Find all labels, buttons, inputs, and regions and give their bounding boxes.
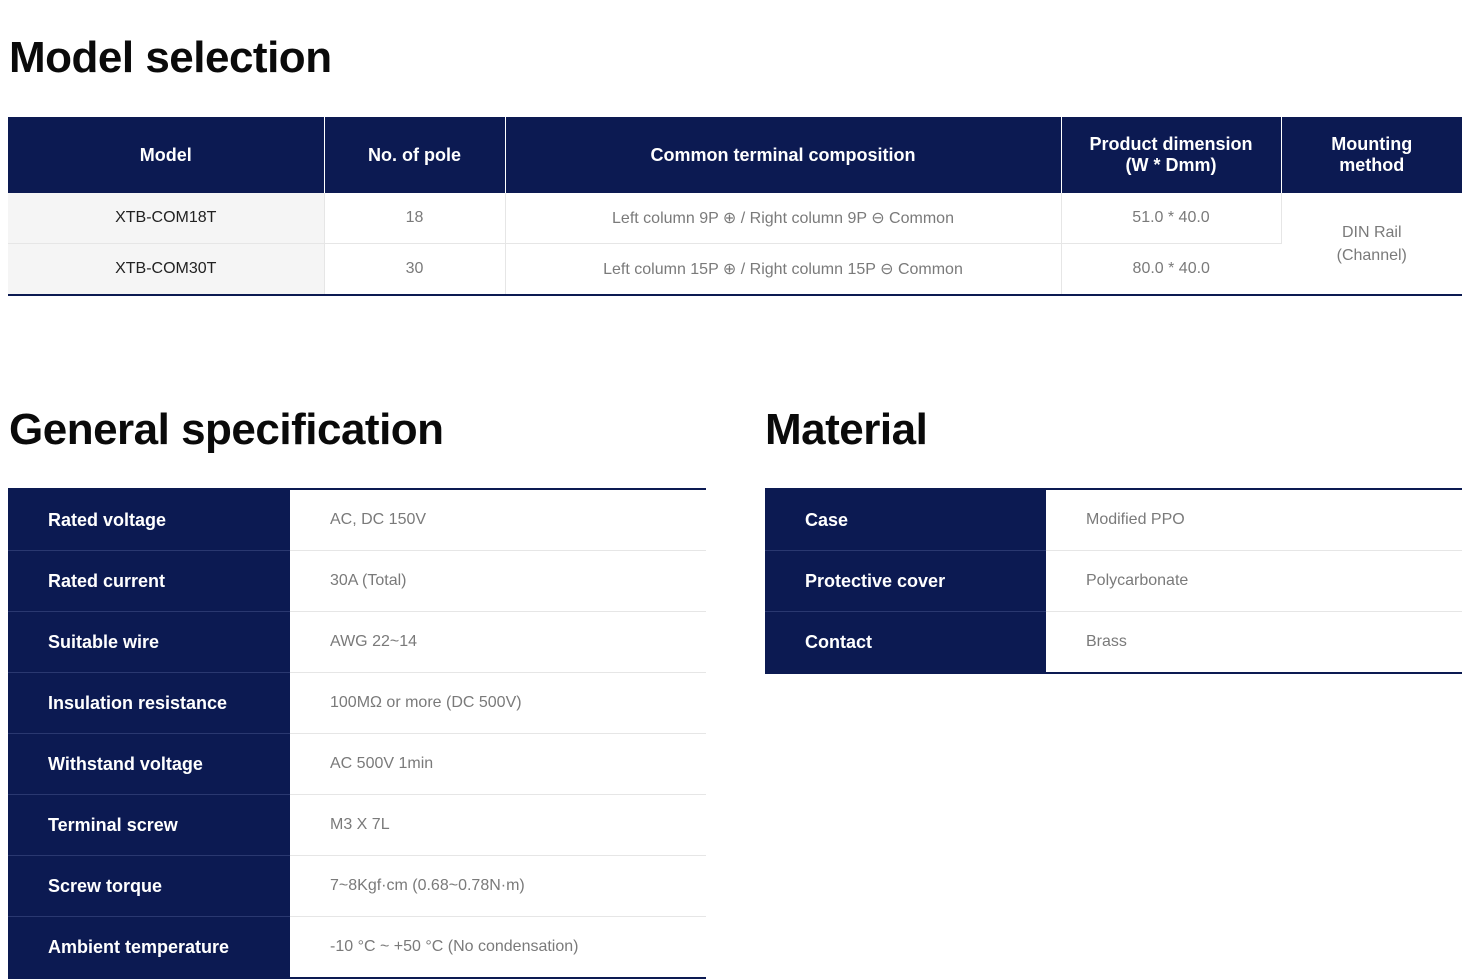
composition-cell: Left column 9P ⊕ / Right column 9P ⊖ Com… bbox=[505, 193, 1062, 244]
spec-row: Insulation resistance 100MΩ or more (DC 5… bbox=[8, 672, 706, 734]
spec-value: AWG 22~14 bbox=[290, 611, 706, 673]
header-no-of-pole: No. of pole bbox=[324, 117, 506, 193]
spec-value: AC, DC 150V bbox=[290, 489, 706, 551]
model-selection-table: Model No. of pole Common terminal compos… bbox=[8, 117, 1462, 296]
spec-row: Withstand voltage AC 500V 1min bbox=[8, 733, 706, 795]
mounting-value: DIN Rail (Channel) bbox=[1336, 223, 1407, 264]
material-row: Protective cover Polycarbonate bbox=[765, 550, 1462, 612]
spec-row: Screw torque 7~8Kgf·cm (0.68~0.78N·m) bbox=[8, 855, 706, 917]
material-label: Protective cover bbox=[765, 550, 1046, 612]
header-common-terminal: Common terminal composition bbox=[505, 117, 1062, 193]
spec-label: Rated voltage bbox=[8, 489, 290, 551]
material-row: Contact Brass bbox=[765, 611, 1462, 673]
material-table: Case Modified PPO Protective cover Polycar… bbox=[765, 488, 1462, 674]
material-title: Material bbox=[765, 405, 928, 454]
material-value: Polycarbonate bbox=[1046, 550, 1462, 612]
spec-row: Rated voltage AC, DC 150V bbox=[8, 489, 706, 551]
table-row: XTB-COM30T 30 Left column 15P ⊕ / Right … bbox=[8, 243, 1462, 295]
spec-value: 30A (Total) bbox=[290, 550, 706, 612]
composition-cell: Left column 15P ⊕ / Right column 15P ⊖ C… bbox=[505, 243, 1062, 295]
spec-label: Terminal screw bbox=[8, 794, 290, 856]
table-row: XTB-COM18T 18 Left column 9P ⊕ / Right c… bbox=[8, 193, 1462, 296]
spec-label: Rated current bbox=[8, 550, 290, 612]
spec-row: Suitable wire AWG 22~14 bbox=[8, 611, 706, 673]
material-value: Modified PPO bbox=[1046, 489, 1462, 551]
spec-label: Ambient temperature bbox=[8, 916, 290, 978]
spec-label: Suitable wire bbox=[8, 611, 290, 673]
general-specification-title: General specification bbox=[9, 405, 444, 454]
spec-row: Rated current 30A (Total) bbox=[8, 550, 706, 612]
model-cell: XTB-COM18T bbox=[8, 193, 325, 244]
model-selection-title: Model selection bbox=[9, 33, 332, 82]
header-mounting-method: Mounting method bbox=[1281, 117, 1462, 193]
dimension-cell: 51.0 * 40.0 bbox=[1061, 193, 1282, 244]
header-dimension-label: Product dimension (W * Dmm) bbox=[1089, 134, 1253, 175]
material-label: Contact bbox=[765, 611, 1046, 673]
material-row: Case Modified PPO bbox=[765, 489, 1462, 551]
general-specification-table: Rated voltage AC, DC 150V Rated current 30… bbox=[8, 488, 706, 979]
model-cell: XTB-COM30T bbox=[8, 243, 325, 295]
material-label: Case bbox=[765, 489, 1046, 551]
spec-value: -10 °C ~ +50 °C (No condensation) bbox=[330, 938, 579, 955]
spec-value: 7~8Kgf·cm (0.68~0.78N·m) bbox=[290, 855, 706, 917]
mounting-cell: DIN Rail (Channel) bbox=[1281, 193, 1462, 296]
spec-label: Screw torque bbox=[8, 855, 290, 917]
table-header-row: Model No. of pole Common terminal compos… bbox=[8, 117, 1462, 193]
poles-cell: 18 bbox=[324, 193, 506, 244]
spec-label: Insulation resistance bbox=[8, 672, 290, 734]
dimension-cell: 80.0 * 40.0 bbox=[1132, 260, 1210, 277]
material-value: Brass bbox=[1086, 633, 1127, 650]
spec-row: Ambient temperature -10 °C ~ +50 °C (No c… bbox=[8, 916, 706, 978]
spec-label: Withstand voltage bbox=[8, 733, 290, 795]
header-product-dimension: Product dimension (W * Dmm) bbox=[1061, 117, 1282, 193]
spec-value: AC 500V 1min bbox=[290, 733, 706, 795]
header-model: Model bbox=[8, 117, 325, 193]
poles-cell: 30 bbox=[324, 243, 506, 295]
spec-value: M3 X 7L bbox=[290, 794, 706, 856]
spec-row: Terminal screw M3 X 7L bbox=[8, 794, 706, 856]
header-mounting-label: Mounting method bbox=[1331, 134, 1413, 175]
spec-value: 100MΩ or more (DC 500V) bbox=[290, 672, 706, 734]
